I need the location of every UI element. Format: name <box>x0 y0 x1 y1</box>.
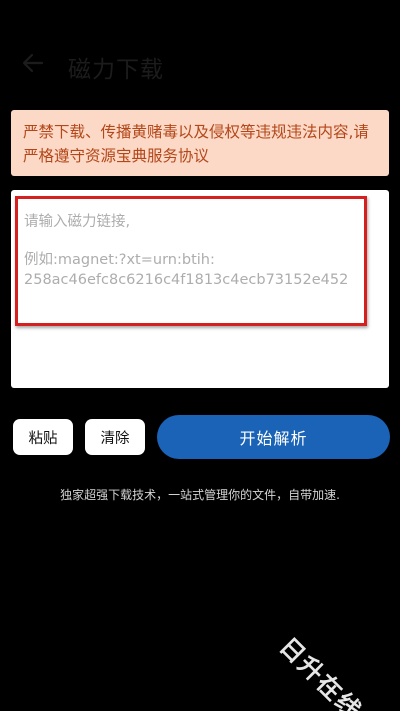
start-parse-button[interactable]: 开始解析 <box>157 415 390 459</box>
warning-banner: 严禁下载、传播黄赌毒以及侵权等违规违法内容,请 严格遵守资源宝典服务协议 <box>11 110 389 176</box>
page-title: 磁力下载 <box>68 57 164 83</box>
warning-text-line1: 严禁下载、传播黄赌毒以及侵权等违规违法内容,请 <box>23 123 369 141</box>
magnet-input-card: 请输入磁力链接, 例如:magnet:?xt=urn:btih: 258ac46… <box>11 190 389 388</box>
paste-button[interactable]: 粘贴 <box>13 419 73 455</box>
magnet-download-screen: 磁力下载 严禁下载、传播黄赌毒以及侵权等违规违法内容,请 严格遵守资源宝典服务协… <box>0 0 400 711</box>
warning-text-line2: 严格遵守资源宝典服务协议 <box>23 147 210 165</box>
magnet-link-input[interactable] <box>11 190 389 388</box>
watermark-logo: 日升在线 <box>273 632 368 711</box>
arrow-left-icon <box>22 53 44 73</box>
back-button[interactable] <box>18 48 48 78</box>
app-header: 磁力下载 <box>0 40 400 90</box>
clear-button[interactable]: 清除 <box>85 419 145 455</box>
feature-tagline: 独家超强下载技术，一站式管理你的文件，自带加速. <box>60 488 340 502</box>
